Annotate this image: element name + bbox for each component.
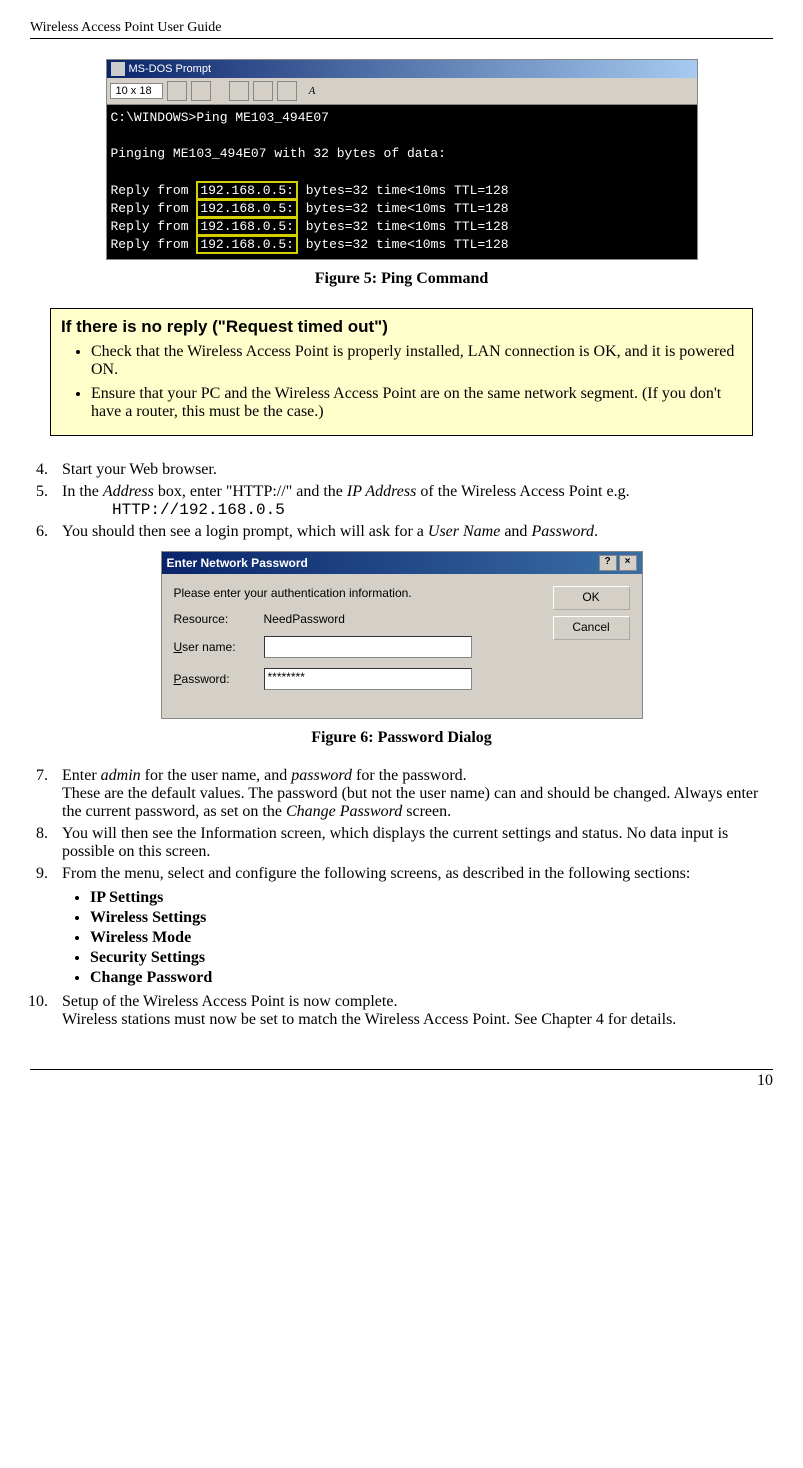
toolbar-btn-3 [229,81,249,101]
username-label: User name: [174,640,264,654]
password-label: Password: [174,672,264,686]
font-size-select: 10 x 18 [110,83,163,99]
step-10: Setup of the Wireless Access Point is no… [52,993,773,1029]
terminal-title-bar: MS-DOS Prompt [107,60,697,78]
cancel-button: Cancel [553,616,630,640]
figure-5-caption: Figure 5: Ping Command [30,270,773,288]
toolbar-letter-a: A [309,85,316,97]
username-input [264,636,472,658]
terminal-title-text: MS-DOS Prompt [129,63,212,75]
password-label-rest: assword: [182,672,230,686]
step5-text-e: of the Wireless Access Point e.g. [416,483,629,500]
reply-ip-3: 192.168.0.5: [196,217,298,236]
step-6: You should then see a login prompt, whic… [52,523,773,541]
dialog-title-controls: ? × [599,555,637,571]
step-4: Start your Web browser. [52,461,773,479]
terminal-toolbar: 10 x 18 A [107,78,697,105]
step5-text-c: box, enter "HTTP://" and the [154,483,347,500]
msdos-icon [111,62,125,76]
step6-text-e: . [594,523,598,540]
step7-line2-c: screen. [402,803,451,820]
password-dialog-screenshot: Enter Network Password ? × Please enter … [161,551,643,719]
step6-password: Password [531,523,594,540]
info-bullet-2: Ensure that your PC and the Wireless Acc… [91,385,742,421]
reply-ip-4: 192.168.0.5: [196,235,298,254]
step5-address: Address [103,483,154,500]
reply-prefix-3: Reply from [111,219,197,234]
steps-list-2: Enter admin for the user name, and passw… [30,767,773,1029]
steps-list: Start your Web browser. In the Address b… [30,461,773,541]
toolbar-btn-1 [167,81,187,101]
step9-sublist: IP Settings Wireless Settings Wireless M… [62,889,773,987]
step7-c: for the user name, and [141,767,292,784]
step9-text: From the menu, select and configure the … [62,865,690,882]
dialog-title-text: Enter Network Password [167,556,308,570]
step9-item-change-password: Change Password [90,969,773,987]
page-number: 10 [30,1069,773,1090]
step-7: Enter admin for the user name, and passw… [52,767,773,821]
password-input: ******** [264,668,472,690]
step9-item-wireless-settings: Wireless Settings [90,909,773,927]
reply-prefix-4: Reply from [111,237,197,252]
reply-suffix-3: bytes=32 time<10ms TTL=128 [298,219,509,234]
step5-ipaddress: IP Address [347,483,416,500]
dialog-buttons: OK Cancel [553,586,630,640]
username-label-u: U [174,640,183,654]
toolbar-btn-5 [277,81,297,101]
terminal-line-1: C:\WINDOWS>Ping ME103_494E07 [111,110,329,125]
password-label-u: P [174,672,182,686]
resource-value: NeedPassword [264,612,345,626]
step7-e: for the password. [352,767,467,784]
step7-admin: admin [101,767,141,784]
toolbar-btn-2 [191,81,211,101]
reply-prefix-2: Reply from [111,201,197,216]
step-5: In the Address box, enter "HTTP://" and … [52,483,773,519]
ok-button: OK [553,586,630,610]
figure-6-caption: Figure 6: Password Dialog [30,729,773,747]
reply-suffix-1: bytes=32 time<10ms TTL=128 [298,183,509,198]
terminal-line-2: Pinging ME103_494E07 with 32 bytes of da… [111,146,446,161]
toolbar-btn-4 [253,81,273,101]
step10-b: Wireless stations must now be set to mat… [62,1011,676,1028]
help-icon: ? [599,555,617,571]
step6-text-a: You should then see a login prompt, whic… [62,523,428,540]
step7-a: Enter [62,767,101,784]
header-divider [30,38,773,39]
reply-ip-1: 192.168.0.5: [196,181,298,200]
info-box: If there is no reply ("Request timed out… [50,308,753,436]
step-9: From the menu, select and configure the … [52,865,773,987]
step5-text-a: In the [62,483,103,500]
dialog-body: Please enter your authentication informa… [162,574,642,718]
step6-text-c: and [500,523,531,540]
step9-item-security: Security Settings [90,949,773,967]
dialog-title-bar: Enter Network Password ? × [162,552,642,574]
username-label-rest: ser name: [182,640,235,654]
info-bullet-1: Check that the Wireless Access Point is … [91,343,742,379]
resource-label: Resource: [174,612,264,626]
header-title: Wireless Access Point User Guide [30,20,773,36]
close-icon: × [619,555,637,571]
step9-item-ip: IP Settings [90,889,773,907]
step7-changepw: Change Password [286,803,402,820]
reply-prefix-1: Reply from [111,183,197,198]
info-box-title: If there is no reply ("Request timed out… [61,317,742,337]
step7-password: password [291,767,352,784]
step6-username: User Name [428,523,500,540]
step-8: You will then see the Information screen… [52,825,773,861]
terminal-output: C:\WINDOWS>Ping ME103_494E07 Pinging ME1… [107,105,697,259]
step10-a: Setup of the Wireless Access Point is no… [62,993,397,1010]
step9-item-wireless-mode: Wireless Mode [90,929,773,947]
reply-suffix-2: bytes=32 time<10ms TTL=128 [298,201,509,216]
step5-code: HTTP://192.168.0.5 [112,501,773,519]
dialog-password-row: Password: ******** [174,668,630,690]
terminal-screenshot: MS-DOS Prompt 10 x 18 A C:\WINDOWS>Ping … [106,59,698,260]
reply-suffix-4: bytes=32 time<10ms TTL=128 [298,237,509,252]
info-box-list: Check that the Wireless Access Point is … [61,343,742,421]
reply-ip-2: 192.168.0.5: [196,199,298,218]
